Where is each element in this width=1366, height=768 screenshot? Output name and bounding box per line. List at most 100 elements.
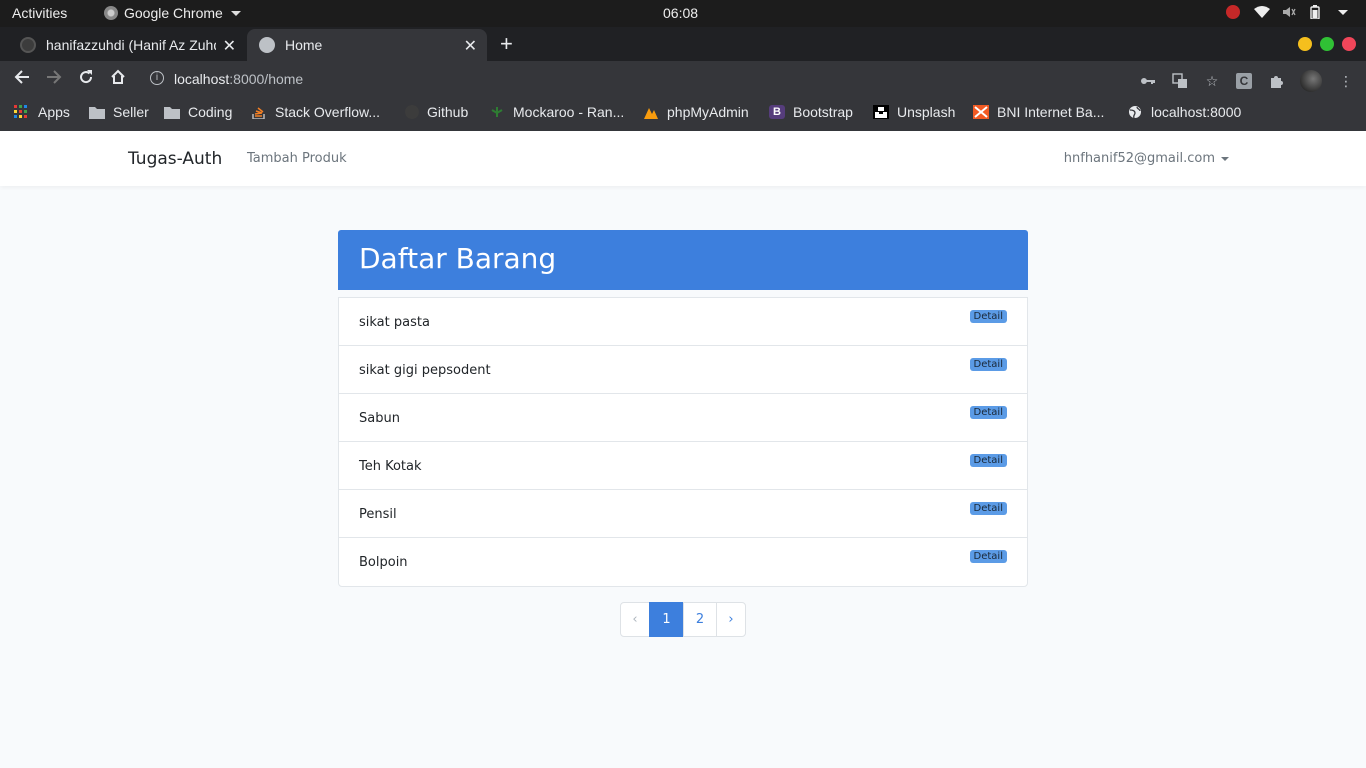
bookmark-unsplash[interactable]: Unsplash [873, 104, 955, 120]
tab-title: hanifazzuhdi (Hanif Az Zuhdi) [46, 37, 216, 53]
folder-icon [89, 105, 105, 119]
info-icon[interactable]: i [150, 71, 164, 85]
extension-c-icon[interactable]: C [1236, 73, 1252, 89]
bookmark-label: phpMyAdmin [667, 104, 749, 120]
toolbar-actions: ☆ C ⋮ [1140, 70, 1354, 92]
chevron-down-icon[interactable] [1338, 5, 1352, 19]
clock[interactable]: 06:08 [663, 5, 698, 21]
item-name: Bolpoin [359, 555, 408, 570]
list-item: Teh Kotak Detail [339, 442, 1027, 490]
bookmark-label: Seller [113, 104, 149, 120]
site-brand[interactable]: Tugas-Auth [128, 149, 222, 169]
mockaroo-icon [489, 105, 505, 119]
list-item: Sabun Detail [339, 394, 1027, 442]
bookmark-coding[interactable]: Coding [164, 104, 232, 120]
bookmark-label: Mockaroo - Ran... [513, 104, 625, 120]
translate-icon[interactable] [1172, 73, 1188, 89]
globe-icon [259, 37, 275, 53]
detail-button[interactable]: Detail [969, 550, 1007, 563]
app-menu[interactable]: Google Chrome [104, 5, 241, 21]
bookmark-github[interactable]: Github [405, 104, 468, 120]
bookmark-label: Unsplash [897, 104, 956, 120]
list-item: sikat gigi pepsodent Detail [339, 346, 1027, 394]
close-window-button[interactable] [1342, 37, 1356, 51]
star-icon[interactable]: ☆ [1204, 73, 1220, 89]
bookmark-seller[interactable]: Seller [89, 104, 149, 120]
chrome-icon [104, 6, 118, 20]
detail-button[interactable]: Detail [969, 310, 1007, 323]
pagination: ‹ 1 2 › [620, 602, 746, 637]
pagination-page-2[interactable]: 2 [683, 602, 717, 637]
puzzle-icon[interactable] [1268, 73, 1284, 89]
user-email: hnfhanif52@gmail.com [1063, 151, 1215, 166]
notification-icon[interactable] [1226, 5, 1240, 19]
apps-grid-icon [14, 105, 30, 119]
pagination-page-1[interactable]: 1 [649, 602, 684, 637]
bookmark-label: Coding [188, 104, 233, 120]
window-controls [1298, 37, 1356, 51]
bookmark-bootstrap[interactable]: B Bootstrap [769, 104, 853, 120]
bookmark-localhost[interactable]: localhost:8000 [1127, 104, 1241, 120]
item-name: sikat gigi pepsodent [359, 363, 491, 378]
reload-button[interactable] [78, 69, 94, 88]
folder-icon [164, 105, 180, 119]
item-name: Pensil [359, 507, 397, 522]
minimize-button[interactable] [1298, 37, 1312, 51]
new-tab-button[interactable]: + [500, 31, 513, 57]
maximize-button[interactable] [1320, 37, 1334, 51]
more-menu-icon[interactable]: ⋮ [1338, 73, 1354, 89]
bookmark-label: Github [427, 104, 469, 120]
item-name: Sabun [359, 411, 400, 426]
tab-github[interactable]: hanifazzuhdi (Hanif Az Zuhdi) ✕ [0, 29, 246, 61]
pagination-prev: ‹ [620, 602, 650, 637]
card-header: Daftar Barang [338, 230, 1028, 290]
pagination-next[interactable]: › [716, 602, 746, 637]
nav-tambah-produk[interactable]: Tambah Produk [247, 151, 347, 166]
bookmark-stackoverflow[interactable]: Stack Overflow... [251, 104, 380, 120]
app-name: Google Chrome [124, 5, 223, 21]
user-dropdown[interactable]: hnfhanif52@gmail.com [1064, 151, 1229, 166]
tab-title: Home [285, 37, 323, 53]
web-page: Tugas-Auth Tambah Produk hnfhanif52@gmai… [0, 131, 1366, 768]
item-name: sikat pasta [359, 315, 430, 330]
caret-down-icon [1221, 156, 1229, 161]
system-tray[interactable] [1226, 5, 1352, 20]
system-top-bar: Activities Google Chrome 06:08 [0, 0, 1366, 27]
bookmark-apps[interactable]: Apps [14, 104, 70, 120]
key-icon[interactable] [1140, 73, 1156, 89]
github-icon [405, 105, 419, 119]
site-navbar: Tugas-Auth Tambah Produk hnfhanif52@gmai… [0, 131, 1366, 186]
detail-button[interactable]: Detail [969, 358, 1007, 371]
bookmark-label: BNI Internet Ba... [997, 104, 1105, 120]
product-list: sikat pasta Detail sikat gigi pepsodent … [338, 297, 1028, 587]
bookmark-mockaroo[interactable]: Mockaroo - Ran... [489, 104, 624, 120]
close-icon[interactable]: ✕ [223, 36, 236, 56]
bookmark-label: localhost:8000 [1151, 104, 1242, 120]
activities-button[interactable]: Activities [12, 5, 67, 21]
bookmark-label: Stack Overflow... [275, 104, 381, 120]
home-button[interactable] [110, 69, 126, 88]
phpmyadmin-icon [643, 105, 659, 119]
detail-button[interactable]: Detail [969, 406, 1007, 419]
back-button[interactable] [14, 69, 30, 88]
unsplash-icon [873, 105, 889, 119]
close-icon[interactable]: ✕ [464, 36, 477, 56]
bookmark-label: Bootstrap [793, 104, 853, 120]
page-title: Daftar Barang [359, 242, 557, 275]
item-name: Teh Kotak [359, 459, 422, 474]
address-bar[interactable]: i localhost:8000/home [140, 65, 1270, 93]
url-text[interactable]: localhost:8000/home [174, 71, 303, 87]
detail-button[interactable]: Detail [969, 454, 1007, 467]
tab-home[interactable]: Home ✕ [247, 29, 487, 61]
github-icon [20, 37, 36, 53]
bootstrap-icon: B [769, 105, 785, 119]
forward-button[interactable] [46, 69, 62, 88]
bookmark-phpmyadmin[interactable]: phpMyAdmin [643, 104, 749, 120]
profile-avatar[interactable] [1300, 70, 1322, 92]
bookmark-bni[interactable]: BNI Internet Ba... [973, 104, 1104, 120]
globe-icon [1127, 105, 1143, 119]
wifi-icon [1254, 5, 1270, 19]
list-item: Pensil Detail [339, 490, 1027, 538]
detail-button[interactable]: Detail [969, 502, 1007, 515]
stackoverflow-icon [251, 105, 267, 120]
